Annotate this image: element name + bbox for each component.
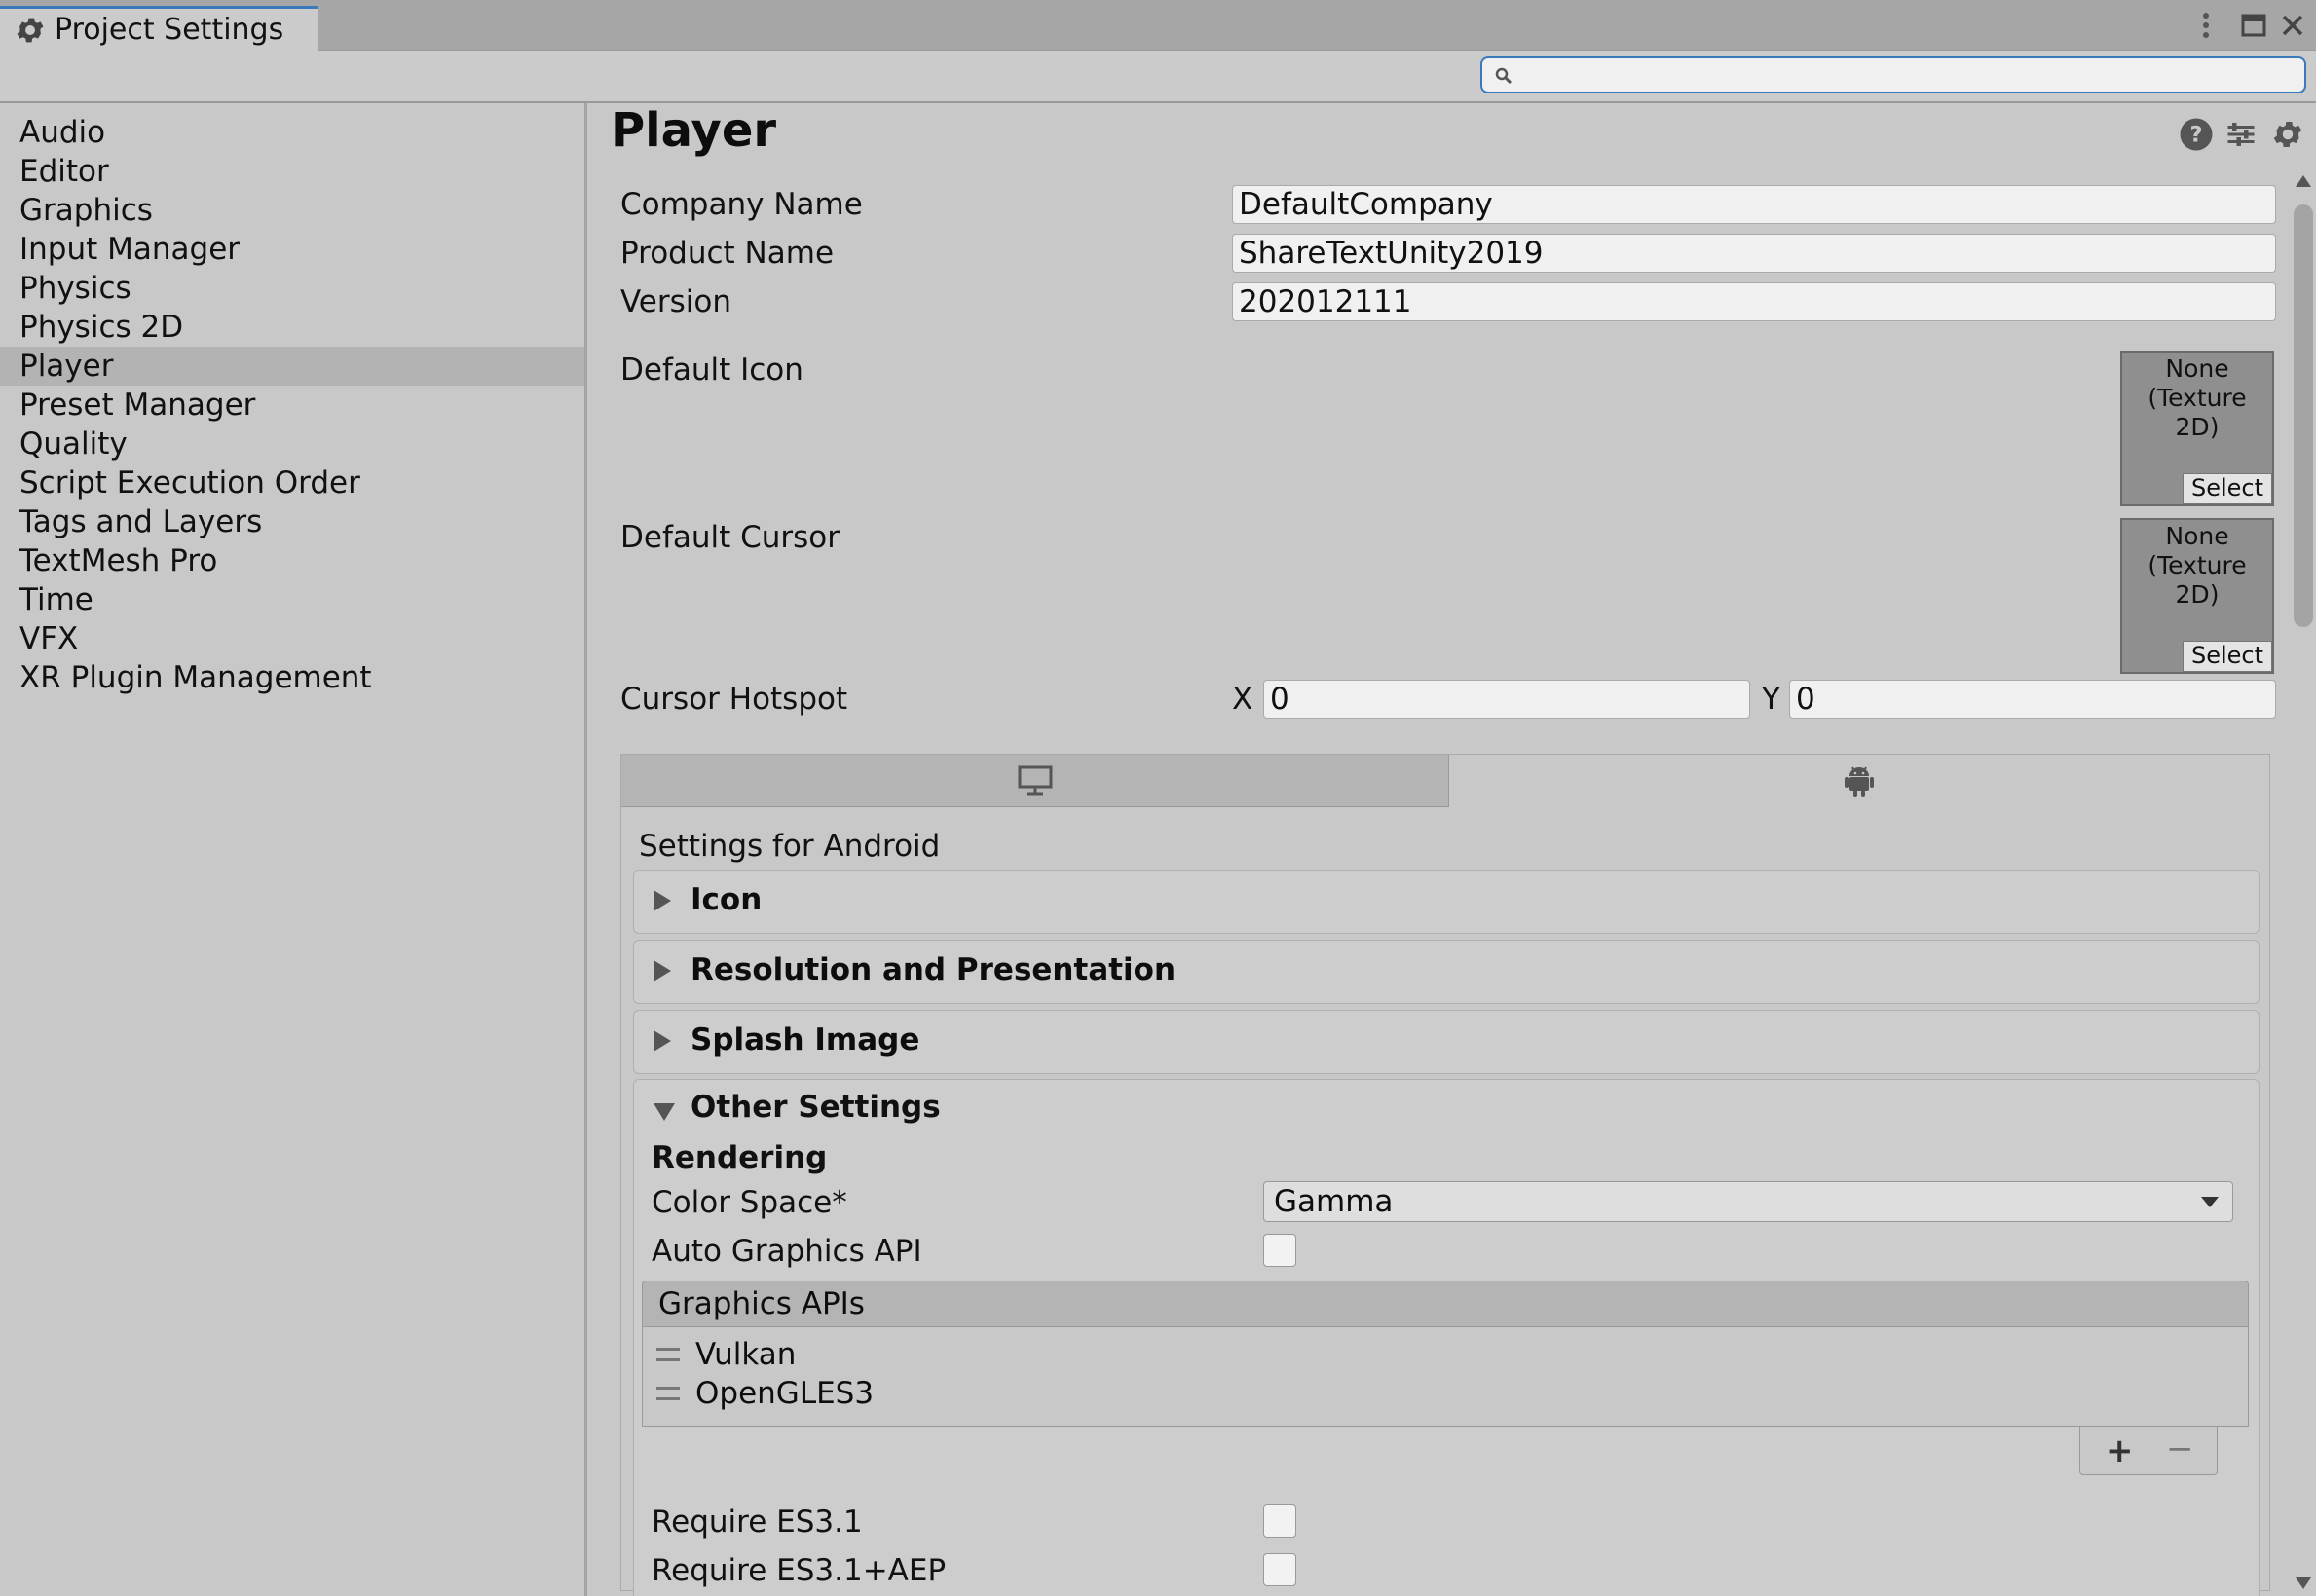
hotspot-y-field[interactable]: 0 [1789,680,2276,719]
preset-icon[interactable] [2223,117,2259,152]
rendering-heading: Rendering [652,1140,828,1175]
company-name-field[interactable]: DefaultCompany [1232,185,2276,224]
chevron-down-icon [2201,1197,2219,1207]
sidebar-item-tags-and-layers[interactable]: Tags and Layers [0,502,584,541]
android-icon [1845,766,1874,797]
drag-handle-icon[interactable] [656,1387,680,1400]
sidebar-item-textmesh-pro[interactable]: TextMesh Pro [0,541,584,580]
section-other-settings: Other Settings Rendering Color Space* Ga… [633,1079,2260,1596]
section-title: Resolution and Presentation [691,952,1177,987]
list-item-label: Vulkan [695,1337,797,1372]
list-item-vulkan[interactable]: Vulkan [643,1335,796,1374]
auto-graphics-api-checkbox[interactable] [1263,1234,1296,1267]
svg-text:?: ? [2189,123,2202,148]
settings-gear-icon[interactable] [2270,117,2305,152]
hotspot-y-label[interactable]: Y [1762,682,1780,717]
other-settings-title[interactable]: Other Settings [691,1090,941,1125]
expand-arrow-icon [654,960,671,982]
page-title: Player [611,103,777,158]
section-icon[interactable]: Icon [633,870,2260,934]
project-settings-tab[interactable]: Project Settings [0,6,318,51]
default-cursor-texture-slot[interactable]: None (Texture 2D) Select [2120,518,2274,674]
slot-none-text: None [2165,354,2229,383]
help-icon[interactable]: ? [2179,117,2214,152]
drag-handle-icon[interactable] [656,1348,680,1361]
gear-icon [17,18,44,42]
product-name-label: Product Name [620,236,835,271]
sidebar-item-preset-manager[interactable]: Preset Manager [0,386,584,425]
sidebar-item-quality[interactable]: Quality [0,425,584,464]
color-space-dropdown[interactable]: Gamma [1263,1181,2233,1222]
slot-type-text: (Texture 2D) [2148,551,2247,609]
maximize-icon[interactable] [2236,8,2271,43]
require-es31-aep-label: Require ES3.1+AEP [652,1553,947,1588]
default-cursor-label: Default Cursor [620,520,840,555]
default-icon-select-button[interactable]: Select [2183,473,2272,504]
sidebar-item-player[interactable]: Player [0,347,584,386]
sidebar-item-physics[interactable]: Physics [0,269,584,308]
expand-arrow-icon [654,890,671,911]
expand-arrow-icon [654,1030,671,1052]
list-item-label: OpenGLES3 [695,1376,875,1411]
tab-standalone[interactable] [621,755,1449,807]
cursor-hotspot-label: Cursor Hotspot [620,682,848,717]
add-button[interactable]: + [2106,1434,2134,1467]
section-title: Icon [691,882,763,917]
require-es31-aep-checkbox[interactable] [1263,1553,1296,1586]
sidebar-item-audio[interactable]: Audio [0,113,584,152]
search-icon [1495,67,1513,85]
tab-android[interactable] [1449,755,2269,807]
close-icon[interactable] [2275,8,2310,43]
sidebar-item-input-manager[interactable]: Input Manager [0,230,584,269]
sidebar-item-vfx[interactable]: VFX [0,619,584,658]
section-resolution-and-presentation[interactable]: Resolution and Presentation [633,940,2260,1004]
settings-sidebar: Audio Editor Graphics Input Manager Phys… [0,103,587,1596]
require-es31-checkbox[interactable] [1263,1504,1296,1538]
sidebar-item-editor[interactable]: Editor [0,152,584,191]
search-input[interactable] [1480,56,2306,93]
remove-button[interactable]: − [2166,1432,2194,1466]
sidebar-item-xr-plugin-management[interactable]: XR Plugin Management [0,658,584,697]
title-bar: Project Settings [0,0,2316,51]
version-field[interactable]: 202012111 [1232,282,2276,321]
player-settings-panel: Player ? Company Name DefaultCompany Pro… [587,103,2316,1596]
default-icon-label: Default Icon [620,353,803,388]
scroll-down-icon[interactable] [2296,1577,2311,1589]
settings-for-android-label: Settings for Android [639,829,941,864]
require-es31-label: Require ES3.1 [652,1504,863,1540]
graphics-apis-footer: + − [2079,1427,2218,1475]
company-name-label: Company Name [620,187,863,222]
sidebar-item-graphics[interactable]: Graphics [0,191,584,230]
color-space-label: Color Space* [652,1185,847,1220]
slot-none-text: None [2165,522,2229,550]
sidebar-item-time[interactable]: Time [0,580,584,619]
tab-title: Project Settings [55,13,284,47]
scroll-up-icon[interactable] [2296,175,2311,187]
hotspot-x-field[interactable]: 0 [1263,680,1750,719]
toolbar [0,51,2316,103]
default-cursor-select-button[interactable]: Select [2183,641,2272,672]
monitor-icon [1018,765,1052,795]
collapse-arrow-icon[interactable] [654,1103,675,1121]
scrollbar-thumb[interactable] [2294,204,2313,627]
sidebar-item-script-execution-order[interactable]: Script Execution Order [0,464,584,502]
section-splash-image[interactable]: Splash Image [633,1010,2260,1074]
graphics-apis-header: Graphics APIs [642,1281,2249,1327]
color-space-value: Gamma [1274,1184,1394,1219]
list-item-opengles3[interactable]: OpenGLES3 [643,1374,874,1413]
hotspot-x-label[interactable]: X [1232,682,1252,717]
slot-type-text: (Texture 2D) [2148,384,2247,441]
auto-graphics-api-label: Auto Graphics API [652,1234,922,1269]
graphics-apis-list: Vulkan OpenGLES3 [642,1327,2249,1427]
default-icon-texture-slot[interactable]: None (Texture 2D) Select [2120,351,2274,506]
version-label: Version [620,284,731,319]
sidebar-item-physics-2d[interactable]: Physics 2D [0,308,584,347]
platform-settings: Settings for Android Icon Resolution and… [620,754,2270,1596]
product-name-field[interactable]: ShareTextUnity2019 [1232,234,2276,273]
vertical-scrollbar[interactable] [2290,166,2316,1595]
more-vert-icon[interactable] [2193,8,2219,43]
section-title: Splash Image [691,1022,920,1058]
